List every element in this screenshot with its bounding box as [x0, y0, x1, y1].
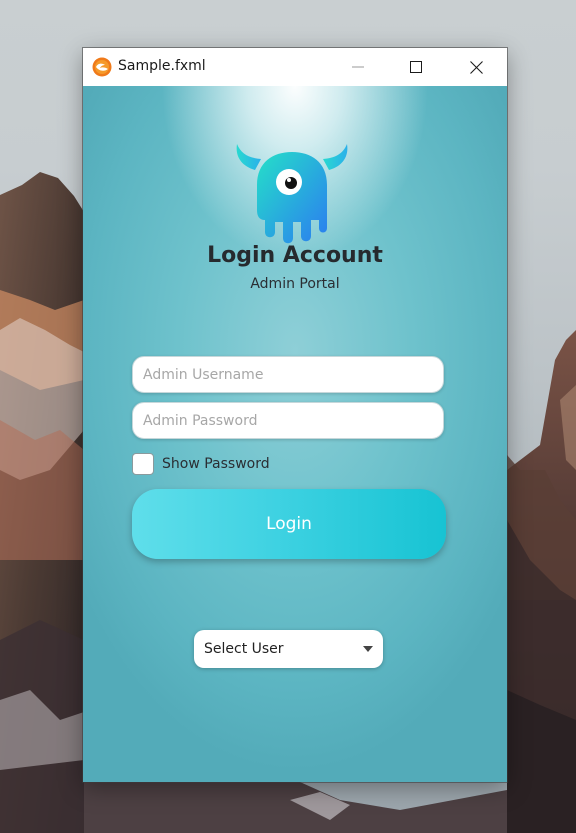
maximize-icon — [410, 61, 422, 73]
show-password-label: Show Password — [162, 456, 270, 472]
user-select-dropdown[interactable]: Select User — [194, 630, 383, 668]
minimize-icon — [352, 66, 364, 68]
login-button[interactable]: Login — [132, 489, 446, 559]
username-input[interactable] — [132, 356, 444, 393]
close-icon — [469, 60, 483, 74]
minimize-button[interactable] — [335, 48, 381, 86]
page-title: Login Account — [207, 243, 383, 268]
app-window: Sample.fxml Login Account Admin Portal A… — [83, 48, 507, 782]
password-input[interactable] — [132, 402, 444, 439]
show-password-row[interactable]: Show Password — [132, 452, 270, 476]
title-bar[interactable]: Sample.fxml — [83, 48, 507, 86]
user-select-value: Select User — [204, 641, 284, 657]
login-panel: Login Account Admin Portal Show Password… — [83, 86, 507, 782]
monster-logo — [236, 144, 348, 244]
close-button[interactable] — [453, 48, 499, 86]
desktop-background: Sample.fxml Login Account Admin Portal A… — [0, 0, 576, 833]
window-title: Sample.fxml — [118, 58, 206, 74]
show-password-checkbox[interactable] — [132, 453, 154, 475]
maximize-button[interactable] — [393, 48, 439, 86]
caret-down-icon — [363, 646, 373, 652]
javafx-app-icon — [92, 57, 112, 77]
page-subtitle: Admin Portal — [250, 276, 340, 292]
